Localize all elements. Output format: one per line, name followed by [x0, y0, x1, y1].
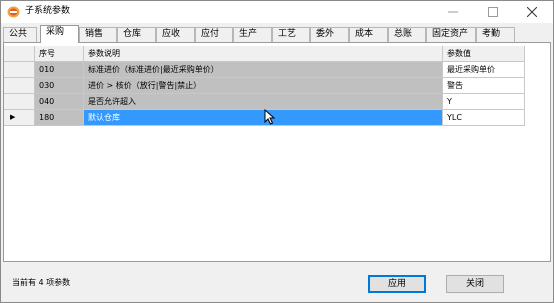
maximize-button[interactable] [473, 1, 513, 23]
tab-receivable[interactable]: 应收 [156, 27, 195, 42]
tab-fixed-assets[interactable]: 固定资产 [426, 27, 476, 42]
param-value-cell[interactable]: YLC [443, 110, 525, 126]
minimize-button[interactable] [433, 1, 473, 23]
title-bar[interactable]: 子系统参数 [1, 1, 553, 23]
tab-warehouse[interactable]: 仓库 [117, 27, 156, 42]
minimize-icon [448, 11, 458, 13]
tab-production[interactable]: 生产 [233, 27, 272, 42]
row-indicator-current[interactable]: ▶ [4, 110, 35, 126]
app-icon [7, 6, 20, 18]
parameter-count-status: 当前有 4 项参数 [12, 278, 71, 287]
grid-corner-cell [4, 46, 35, 62]
tab-attendance[interactable]: 考勤 [476, 27, 515, 42]
param-value-cell[interactable]: 警告 [443, 78, 525, 94]
tab-payable[interactable]: 应付 [195, 27, 233, 42]
param-description-cell[interactable]: 是否允许超入 [84, 94, 443, 110]
tab-public[interactable]: 公共 [3, 27, 37, 42]
tab-panel-purchase: 序号 参数说明 参数值 010 标准进价（标准进价|最近采购单价） 最近采购单价… [3, 42, 551, 262]
tab-purchase[interactable]: 采购 [40, 25, 79, 43]
close-window-button[interactable] [512, 1, 552, 23]
param-description-cell[interactable]: 标准进价（标准进价|最近采购单价） [84, 62, 443, 78]
sub-system-parameters-window: 子系统参数 公共 采购 销售 仓库 应收 应付 生产 工艺 委外 成本 总账 固… [0, 0, 554, 303]
param-code-cell[interactable]: 180 [35, 110, 84, 126]
row-indicator[interactable] [4, 94, 35, 110]
tab-outsourcing[interactable]: 委外 [310, 27, 349, 42]
mouse-cursor-icon [264, 109, 276, 125]
param-value-cell[interactable]: Y [443, 94, 525, 110]
row-indicator[interactable] [4, 62, 35, 78]
tab-general-ledger[interactable]: 总账 [388, 27, 426, 42]
param-description-cell[interactable]: 进价 > 核价（放行|警告|禁止） [84, 78, 443, 94]
tab-sales[interactable]: 销售 [79, 27, 117, 42]
current-row-pointer-icon: ▶ [10, 113, 16, 121]
param-value-cell[interactable]: 最近采购单价 [443, 62, 525, 78]
column-header-code[interactable]: 序号 [35, 46, 84, 62]
param-code-cell[interactable]: 040 [35, 94, 84, 110]
tab-process[interactable]: 工艺 [272, 27, 310, 42]
param-code-cell[interactable]: 010 [35, 62, 84, 78]
apply-button[interactable]: 应用 [368, 275, 426, 293]
param-code-cell[interactable]: 030 [35, 78, 84, 94]
tab-strip: 公共 采购 销售 仓库 应收 应付 生产 工艺 委外 成本 总账 固定资产 考勤 [3, 25, 553, 43]
tab-cost[interactable]: 成本 [349, 27, 388, 42]
close-icon [527, 7, 537, 17]
window-title: 子系统参数 [25, 6, 71, 16]
column-header-value[interactable]: 参数值 [443, 46, 525, 62]
close-button[interactable]: 关闭 [446, 275, 504, 293]
column-header-description[interactable]: 参数说明 [84, 46, 443, 62]
row-indicator[interactable] [4, 78, 35, 94]
maximize-icon [488, 7, 498, 17]
